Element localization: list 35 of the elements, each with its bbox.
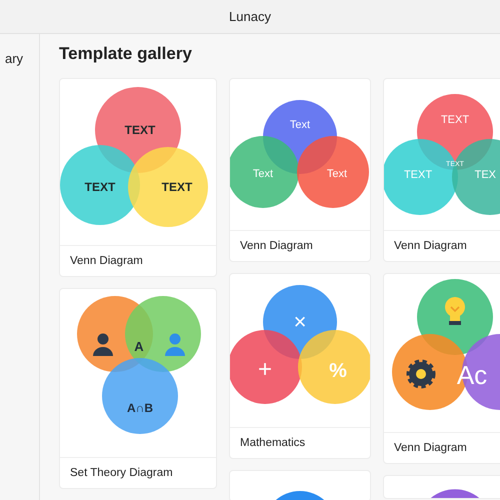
- gallery-title: Template gallery: [59, 44, 193, 64]
- template-card[interactable]: TEXT TEXT TEXT Venn Diagram: [59, 78, 217, 277]
- card-caption: Venn Diagram: [394, 442, 467, 454]
- diagram-label: TEX: [474, 169, 496, 181]
- template-card[interactable]: A A∩B Set Theory Diagram: [59, 288, 217, 489]
- diagram-label: TEXT: [124, 123, 156, 137]
- diagram-label: +: [258, 356, 272, 383]
- diagram-label: TEXT: [440, 114, 470, 126]
- venn-diagram-drawing: [274, 491, 326, 500]
- card-caption: Venn Diagram: [394, 240, 467, 252]
- person-icon: [93, 334, 113, 356]
- diagram-label: TEXT: [84, 180, 116, 194]
- diagram-label: Text: [252, 168, 274, 180]
- diagram-label: Text: [326, 168, 348, 180]
- template-card[interactable]: [229, 470, 371, 500]
- card-caption: Venn Diagram: [70, 255, 143, 267]
- window-title: Lunacy: [229, 9, 271, 24]
- diagram-label: TEXT: [162, 180, 192, 194]
- diagram-label: A: [134, 339, 144, 354]
- diagram-label: ×: [294, 309, 306, 334]
- lightbulb-icon: [445, 297, 465, 325]
- person-icon: [165, 334, 185, 356]
- gear-icon: [406, 360, 436, 388]
- diagram-label: TEXT: [404, 169, 432, 181]
- sidebar-item[interactable]: ary: [0, 51, 39, 66]
- template-card[interactable]: × + % Mathematics: [229, 273, 371, 459]
- card-caption: Mathematics: [240, 437, 306, 449]
- diagram-label: Text: [290, 119, 310, 131]
- card-caption: Set Theory Diagram: [70, 467, 173, 479]
- card-caption: Venn Diagram: [240, 240, 313, 252]
- diagram-label: A∩B: [127, 401, 153, 415]
- template-card[interactable]: [383, 475, 500, 499]
- template-card[interactable]: Text Text Text Venn Diagram: [229, 78, 371, 262]
- venn-diagram-drawing: [430, 489, 480, 498]
- diagram-label: %: [329, 360, 347, 382]
